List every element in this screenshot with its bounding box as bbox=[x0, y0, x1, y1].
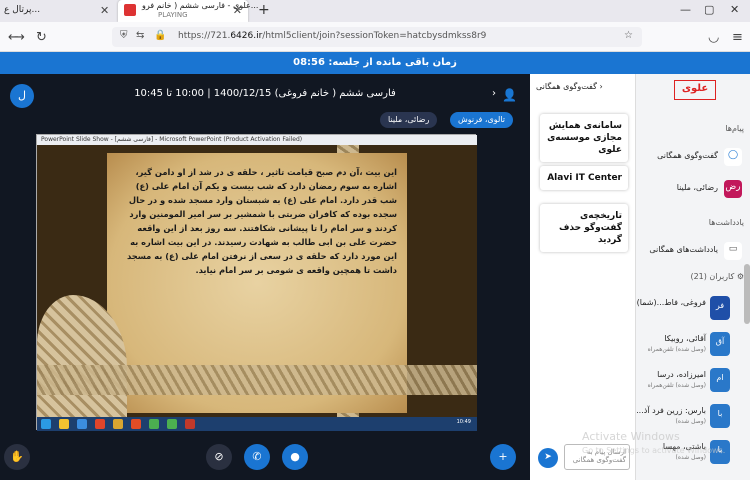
microphone-button[interactable]: ● bbox=[282, 444, 308, 470]
user-status: (وصل شده) bbox=[675, 454, 706, 461]
lock-icon: 🔒 bbox=[154, 30, 167, 41]
slide-window-caption: PowerPoint Slide Show - [فارسی ششم] - Mi… bbox=[37, 135, 477, 145]
session-header: ل فارسی ششم ( خانم فروغی) 1400/12/15 | 1… bbox=[0, 74, 530, 136]
rope-decoration bbox=[37, 365, 477, 395]
permissions-icon[interactable]: ⇆ bbox=[136, 30, 144, 41]
maximize-icon[interactable]: ▢ bbox=[704, 3, 714, 16]
avatar: با bbox=[710, 404, 730, 428]
chat-panel: ‹ گفت‌وگوی همگانی سامانه‌ی همایش مجازی م… bbox=[530, 74, 636, 480]
chat-title: گفت‌وگوی همگانی bbox=[536, 82, 597, 91]
explorer-icon bbox=[59, 419, 69, 429]
shared-taskbar: 10:49 bbox=[37, 417, 477, 431]
bookmark-star-icon[interactable]: ☆ bbox=[624, 30, 633, 41]
activate-windows-watermark: Activate Windows bbox=[582, 430, 680, 443]
user-name: امیرزاده، درسا bbox=[657, 370, 706, 379]
reload-icon[interactable]: ↻ bbox=[36, 30, 47, 45]
sidebar-item-public-chat[interactable]: ◯ گفت‌وگوی همگانی bbox=[640, 146, 744, 168]
sidebar-item-label: رضائی، ملینا bbox=[676, 183, 718, 192]
app-icon bbox=[185, 419, 195, 429]
add-action-button[interactable]: + bbox=[490, 444, 516, 470]
navigation-toolbar: ← → ↻ ⛨ ⇆ 🔒 https://721.6426.ir/html5cli… bbox=[0, 22, 750, 52]
favicon-icon bbox=[124, 4, 136, 16]
sidebar: علوی پیام‌ها ◯ گفت‌وگوی همگانی رض رضائی،… bbox=[636, 74, 750, 480]
media-icon bbox=[95, 419, 105, 429]
tab-label: پرتال ع... bbox=[4, 5, 41, 15]
close-window-icon[interactable]: ✕ bbox=[730, 3, 739, 16]
user-list-item[interactable]: با باشتی، مهسا (وصل شده) bbox=[636, 438, 750, 472]
ie-icon bbox=[77, 419, 87, 429]
user-list-item[interactable]: ام امیرزاده، درسا (وصل شده) تلفن‌همراه bbox=[636, 366, 750, 400]
close-icon[interactable]: ✕ bbox=[100, 4, 109, 17]
settings-gear-icon[interactable]: ⚙ bbox=[737, 272, 744, 281]
notes-icon: ▭ bbox=[724, 242, 742, 260]
pocket-icon[interactable]: ◡ bbox=[708, 30, 719, 45]
user-status: (وصل شده) تلفن‌همراه bbox=[647, 346, 706, 353]
user-icon[interactable]: 👤 bbox=[502, 88, 517, 102]
user-status: (وصل شده) تلفن‌همراه bbox=[647, 382, 706, 389]
slide-content: این بیت ،آن دم صبح قیامت تاثیر ، حلقه ی … bbox=[37, 145, 477, 417]
chevron-icon[interactable]: › bbox=[492, 88, 496, 99]
avatar: آق bbox=[710, 332, 730, 356]
url-text: https://721.6426.ir/html5client/join?ses… bbox=[178, 31, 487, 41]
activate-windows-hint: Go to Settings to activate Windows. bbox=[582, 446, 726, 455]
sidebar-item-user-chat[interactable]: رض رضائی، ملینا bbox=[640, 178, 744, 200]
shield-icon: ⛨ bbox=[120, 30, 128, 41]
camera-off-button[interactable]: ⊘ bbox=[206, 444, 232, 470]
chat-header[interactable]: ‹ گفت‌وگوی همگانی bbox=[536, 82, 603, 91]
session-timer-bar: زمان باقی مانده از جلسه: 08:56 bbox=[0, 52, 750, 74]
menu-icon[interactable]: ≡ bbox=[732, 30, 743, 45]
chevron-left-icon[interactable]: ‹ bbox=[599, 82, 602, 91]
tab-active[interactable]: علوی - فارسی ششم ( خانم فرو... PLAYING ✕ bbox=[118, 0, 258, 22]
user-name: آقائی، روبیکا bbox=[664, 334, 706, 343]
user-name: بارس: زرین فرد آذ... bbox=[636, 406, 706, 415]
presentation-area: ل فارسی ششم ( خانم فروغی) 1400/12/15 | 1… bbox=[0, 74, 530, 480]
sidebar-item-label: یادداشت‌های همگانی bbox=[649, 245, 718, 254]
phone-button[interactable]: ✆ bbox=[244, 444, 270, 470]
chrome-icon bbox=[167, 419, 177, 429]
chat-icon: ◯ bbox=[724, 148, 742, 166]
messages-heading: پیام‌ها bbox=[725, 124, 744, 133]
presenter-pill[interactable]: رضائی، ملینا bbox=[380, 112, 438, 128]
chat-message: Alavi IT Center bbox=[540, 166, 628, 190]
avatar: فر bbox=[710, 296, 730, 320]
session-title: فارسی ششم ( خانم فروغی) 1400/12/15 | 10:… bbox=[134, 88, 396, 99]
shared-screen: PowerPoint Slide Show - [فارسی ششم] - Mi… bbox=[36, 134, 477, 431]
forward-icon[interactable]: → bbox=[14, 30, 25, 45]
taskbar-clock: 10:49 bbox=[456, 419, 471, 425]
minimize-icon[interactable]: — bbox=[680, 3, 691, 16]
brand-logo: علوی bbox=[674, 80, 716, 100]
notes-heading: یادداشت‌ها bbox=[708, 218, 744, 227]
slide-text: این بیت ،آن دم صبح قیامت تاثیر ، حلقه ی … bbox=[126, 167, 397, 275]
chat-message: سامانه‌ی همایش مجازی موسسه‌ی علوی bbox=[540, 114, 628, 162]
user-status: (وصل شده) bbox=[675, 418, 706, 425]
new-tab-button[interactable]: + bbox=[258, 2, 270, 18]
presenter-pill[interactable]: تالوی، فرنوش bbox=[450, 112, 513, 128]
close-icon[interactable]: ✕ bbox=[233, 4, 242, 17]
chat-message: تاریخچه‌ی گفت‌وگو حذف گردید bbox=[540, 204, 628, 252]
user-name: فروغی، فاط...(شما) bbox=[636, 298, 706, 307]
powerpoint-icon bbox=[131, 419, 141, 429]
user-list-item[interactable]: فر فروغی، فاط...(شما) bbox=[636, 294, 750, 328]
send-button[interactable]: ➤ bbox=[538, 448, 558, 468]
avatar: رض bbox=[724, 180, 742, 198]
sidebar-item-shared-notes[interactable]: ▭ یادداشت‌های همگانی bbox=[640, 240, 744, 262]
tab-previous[interactable]: پرتال ع... ✕ bbox=[0, 0, 116, 22]
browser-tab-strip: پرتال ع... ✕ علوی - فارسی ششم ( خانم فرو… bbox=[0, 0, 750, 22]
chrome-icon bbox=[149, 419, 159, 429]
sidebar-item-label: گفت‌وگوی همگانی bbox=[657, 151, 718, 160]
start-icon bbox=[41, 419, 51, 429]
avatar: ام bbox=[710, 368, 730, 392]
folder-icon bbox=[113, 419, 123, 429]
media-controls: ✋ ⊘ ✆ ● + bbox=[0, 438, 530, 480]
tab-playing-label: PLAYING bbox=[158, 11, 188, 19]
users-heading: ⚙ کاربران (21) bbox=[690, 272, 744, 281]
user-list-item[interactable]: آق آقائی، روبیکا (وصل شده) تلفن‌همراه bbox=[636, 330, 750, 364]
url-bar[interactable]: ⛨ ⇆ 🔒 https://721.6426.ir/html5client/jo… bbox=[112, 27, 642, 47]
raise-hand-button[interactable]: ✋ bbox=[4, 444, 30, 470]
